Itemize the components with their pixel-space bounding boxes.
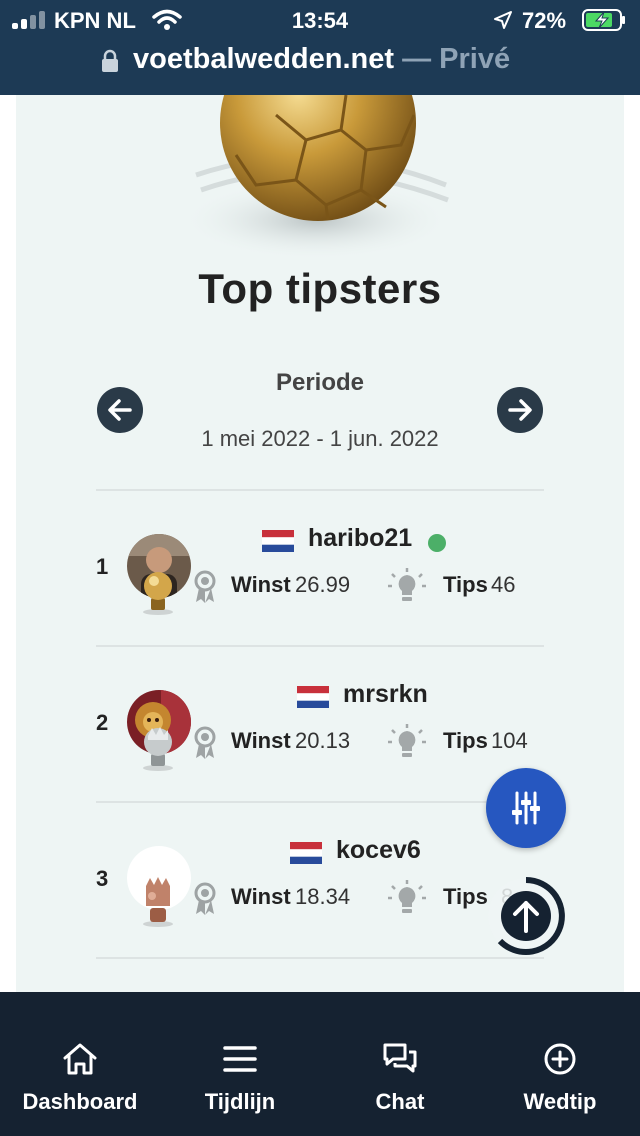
tips-value: 104 xyxy=(491,728,528,753)
battery-charging-icon xyxy=(582,9,625,31)
url-text[interactable]: voetbalwedden.net — Privé xyxy=(133,43,510,76)
page-title: Top tipsters xyxy=(198,265,442,312)
silver-trophy-icon xyxy=(143,727,173,771)
page-content: Top tipsters Periode 1 mei 2022 - 1 jun.… xyxy=(0,95,640,992)
next-period-button[interactable] xyxy=(497,387,543,433)
filter-button[interactable] xyxy=(486,768,566,848)
winst-label: Winst xyxy=(231,572,291,597)
username[interactable]: mrsrkn xyxy=(343,680,428,709)
nav-label: Chat xyxy=(375,1089,425,1114)
lock-icon xyxy=(102,49,118,72)
username[interactable]: haribo21 xyxy=(308,524,412,553)
nav-tijdlijn[interactable]: Tijdlijn xyxy=(160,992,320,1136)
nav-chat[interactable]: Chat xyxy=(320,992,480,1136)
nav-label: Wedtip xyxy=(523,1089,597,1114)
winst-value: 26.99 xyxy=(295,572,351,597)
tipster-row[interactable]: 1 haribo21 Winst 26.99 Tips 46 xyxy=(16,490,624,645)
location-arrow-icon xyxy=(494,11,512,29)
divider xyxy=(96,957,544,959)
menu-icon xyxy=(223,1046,257,1072)
sliders-icon xyxy=(512,791,540,825)
tips-value: 46 xyxy=(491,572,516,597)
rank-number: 1 xyxy=(96,554,109,579)
rank-number: 3 xyxy=(96,866,109,891)
netherlands-flag-icon xyxy=(290,842,322,864)
golden-ball-image xyxy=(181,95,451,260)
arrow-left-icon xyxy=(108,399,132,421)
tips-label: Tips xyxy=(443,884,488,909)
url-bar[interactable]: voetbalwedden.net — Privé xyxy=(0,40,640,80)
netherlands-flag-icon xyxy=(297,686,329,708)
tips-label: Tips xyxy=(443,572,488,597)
medal-icon xyxy=(194,570,216,603)
lightbulb-icon xyxy=(388,568,426,601)
scroll-to-top-button[interactable] xyxy=(486,876,566,956)
rank-number: 2 xyxy=(96,710,109,735)
browser-header: KPN NL 13:54 72% voetbalwedden.net — Pri… xyxy=(0,0,640,95)
winst-label: Winst xyxy=(231,884,291,909)
medal-icon xyxy=(194,726,216,759)
nav-label: Tijdlijn xyxy=(204,1089,276,1114)
winst-value: 18.34 xyxy=(295,884,351,909)
netherlands-flag-icon xyxy=(262,530,294,552)
home-icon xyxy=(63,1043,97,1075)
winst-value: 20.13 xyxy=(295,728,351,753)
nav-label: Dashboard xyxy=(22,1089,138,1114)
winst-label: Winst xyxy=(231,728,291,753)
username[interactable]: kocev6 xyxy=(336,836,421,865)
status-bar: KPN NL 13:54 72% xyxy=(0,0,640,40)
gold-trophy-icon xyxy=(143,572,173,615)
top-tipsters-card: Top tipsters Periode 1 mei 2022 - 1 jun.… xyxy=(16,95,624,992)
chat-icon xyxy=(383,1043,417,1073)
battery-percent: 72% xyxy=(522,8,567,33)
private-mode-label: — Privé xyxy=(402,43,511,75)
lightbulb-icon xyxy=(388,880,426,913)
lightbulb-icon xyxy=(388,724,426,757)
bronze-trophy-icon xyxy=(143,877,173,927)
nav-wedtip[interactable]: Wedtip xyxy=(480,992,640,1136)
plus-circle-icon xyxy=(544,1043,576,1075)
bottom-navigation: Dashboard Tijdlijn Chat Wedtip xyxy=(0,992,640,1136)
arrow-right-icon xyxy=(508,399,532,421)
online-indicator xyxy=(428,534,446,552)
tips-label: Tips xyxy=(443,728,488,753)
period-range: 1 mei 2022 - 1 jun. 2022 xyxy=(201,426,439,451)
nav-dashboard[interactable]: Dashboard xyxy=(0,992,160,1136)
url-domain: voetbalwedden.net xyxy=(133,43,395,75)
medal-icon xyxy=(194,882,216,915)
